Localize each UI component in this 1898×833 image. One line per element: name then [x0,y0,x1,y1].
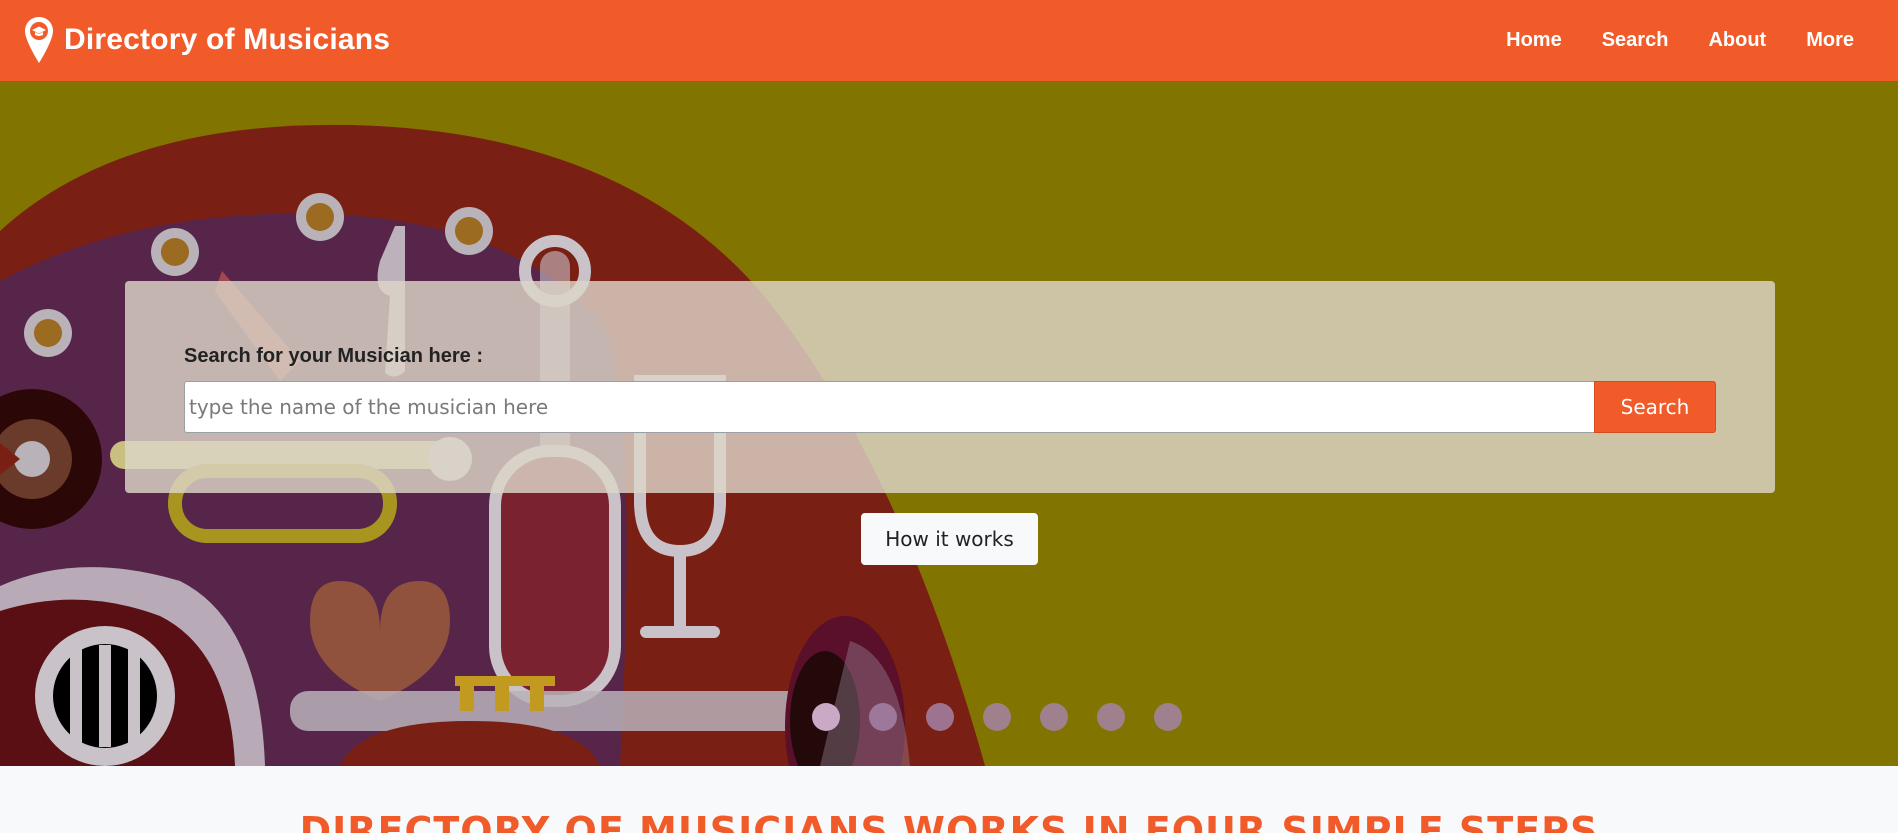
search-label: Search for your Musician here : [184,345,483,367]
search-row: Search [184,381,1716,433]
main-nav: Home Search About More [1506,0,1854,81]
nav-more-link[interactable]: More [1806,29,1854,52]
brand-title: Directory of Musicians [64,23,391,56]
navbar: Directory of Musicians Home Search About… [0,0,1898,81]
carousel-dot[interactable] [1154,703,1182,731]
steps-heading: DIRECTORY OF MUSICIANS WORKS IN FOUR SIM… [299,809,1599,833]
steps-section: DIRECTORY OF MUSICIANS WORKS IN FOUR SIM… [0,766,1898,833]
map-pin-graduation-cap-icon [25,17,53,63]
nav-home-link[interactable]: Home [1506,29,1562,52]
nav-about-link[interactable]: About [1708,29,1766,52]
carousel-dot[interactable] [926,703,954,731]
musician-search-input[interactable] [184,381,1594,433]
search-panel: Search for your Musician here : Search [125,281,1775,493]
carousel-dot[interactable] [812,703,840,731]
hero-carousel: Search for your Musician here : Search H… [0,81,1898,766]
carousel-indicators [812,703,1182,731]
brand[interactable]: Directory of Musicians [24,16,390,64]
search-button[interactable]: Search [1594,381,1716,433]
carousel-dot[interactable] [869,703,897,731]
nav-search-link[interactable]: Search [1602,29,1669,52]
how-it-works-button[interactable]: How it works [861,513,1038,565]
carousel-dot[interactable] [1040,703,1068,731]
carousel-dot[interactable] [983,703,1011,731]
carousel-dot[interactable] [1097,703,1125,731]
